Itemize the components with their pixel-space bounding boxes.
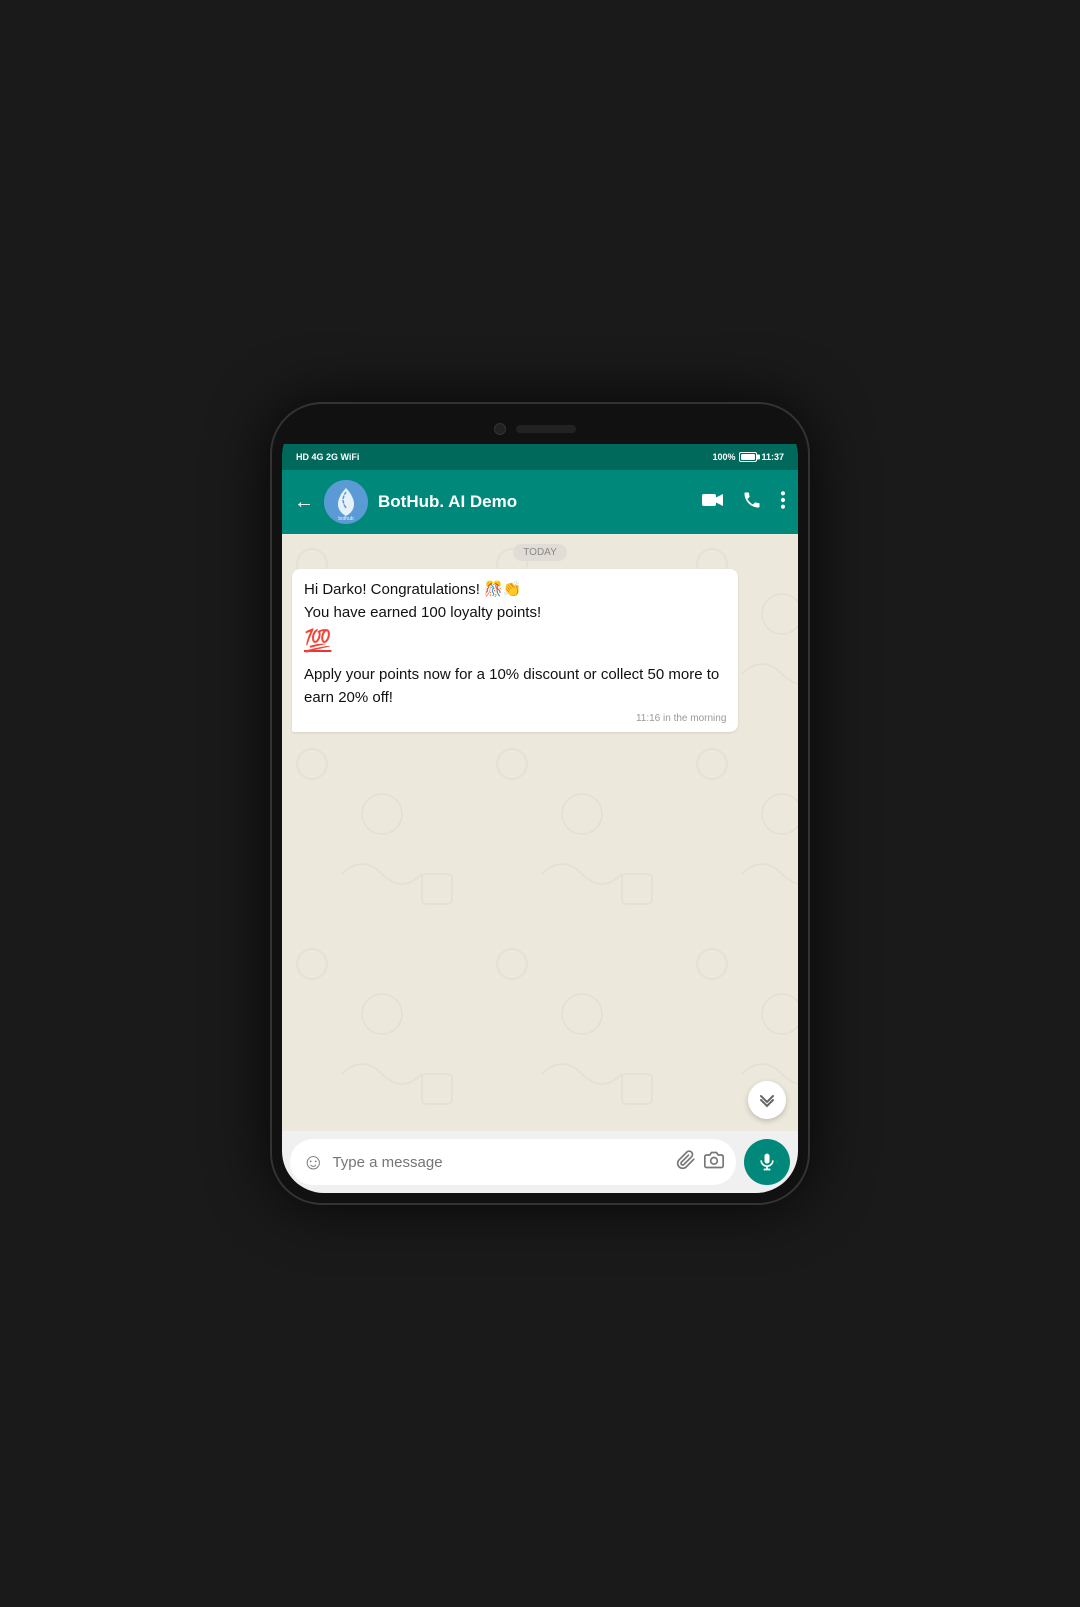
- date-badge: TODAY: [513, 544, 567, 561]
- more-options-icon[interactable]: [780, 490, 786, 515]
- battery-fill: [741, 454, 755, 460]
- camera-notch: [494, 423, 506, 435]
- emoji-button[interactable]: ☺: [302, 1149, 324, 1175]
- phone-inner: HD 4G 2G WiFi 100% 11:37 ←: [282, 414, 798, 1193]
- camera-button[interactable]: [704, 1150, 724, 1175]
- message-bubble: Hi Darko! Congratulations! 🎊👏 You have e…: [292, 569, 738, 732]
- clock: 11:37: [761, 452, 784, 462]
- message-line1: Hi Darko! Congratulations! 🎊👏: [304, 579, 726, 602]
- contact-name: BotHub. AI Demo: [378, 492, 692, 512]
- status-bar: HD 4G 2G WiFi 100% 11:37: [282, 444, 798, 470]
- battery-percent: 100%: [712, 452, 735, 462]
- message-line3: Apply your points now for a 10% discount…: [304, 664, 726, 709]
- speaker-notch: [516, 425, 576, 433]
- phone-frame: HD 4G 2G WiFi 100% 11:37 ←: [270, 402, 810, 1205]
- attach-button[interactable]: [676, 1150, 696, 1175]
- status-right: 100% 11:37: [712, 452, 784, 462]
- phone-notch: [282, 414, 798, 444]
- message-emoji-100: 💯: [304, 628, 726, 654]
- scroll-down-button[interactable]: [748, 1081, 786, 1119]
- mic-button[interactable]: [744, 1139, 790, 1185]
- battery-icon: [739, 452, 757, 462]
- svg-text:bothub: bothub: [338, 516, 354, 522]
- voice-call-icon[interactable]: [742, 490, 762, 515]
- message-input-container: ☺: [290, 1139, 736, 1185]
- status-left: HD 4G 2G WiFi: [296, 452, 359, 462]
- input-bar: ☺: [282, 1131, 798, 1193]
- contact-avatar: bothub: [324, 480, 368, 524]
- header-icons: [702, 490, 786, 515]
- network-info: HD 4G 2G WiFi: [296, 452, 359, 462]
- message-timestamp: 11:16 in the morning: [304, 713, 726, 724]
- video-call-icon[interactable]: [702, 492, 724, 513]
- chat-header: ← bothub BotHub. AI Demo: [282, 470, 798, 534]
- message-line2: You have earned 100 loyalty points!: [304, 602, 726, 625]
- chat-body: TODAY Hi Darko! Congratulations! 🎊👏 You …: [282, 534, 798, 1131]
- message-input[interactable]: [332, 1154, 668, 1171]
- back-button[interactable]: ←: [294, 491, 314, 514]
